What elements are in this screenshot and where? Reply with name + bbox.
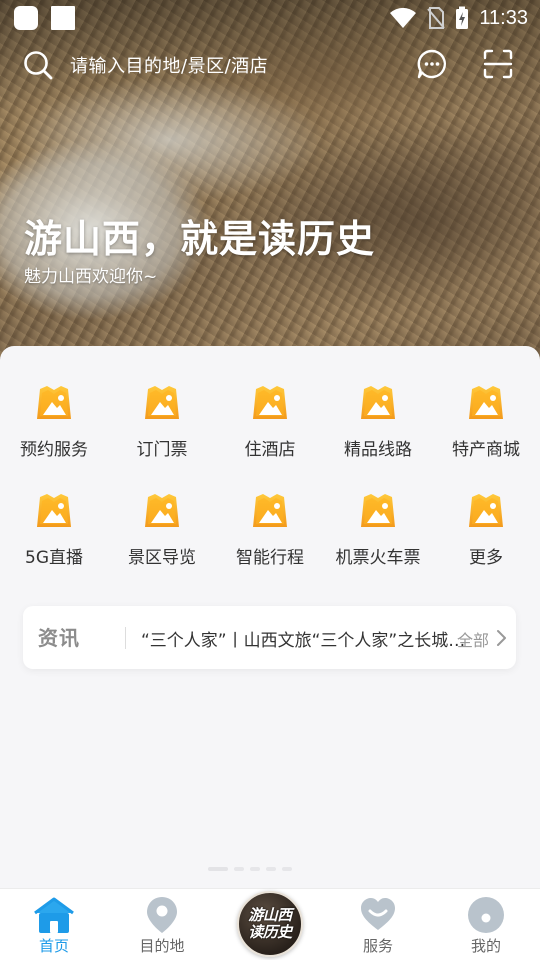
nav-label: 服务	[362, 937, 393, 955]
page-dot	[282, 867, 292, 871]
divider	[125, 627, 126, 649]
service-item[interactable]: 住酒店	[216, 380, 324, 488]
no-sim-icon	[427, 7, 446, 29]
service-label: 订门票	[136, 440, 188, 460]
wifi-icon	[390, 7, 417, 28]
service-image-icon	[466, 492, 506, 532]
service-label: 机票火车票	[335, 548, 421, 568]
service-image-icon	[358, 492, 398, 532]
nav-label: 首页	[38, 937, 69, 955]
center-logo-button[interactable]: 游山西 读历史	[237, 891, 303, 957]
news-headline[interactable]: “三个人家”丨山西文旅“三个人家”之长城…	[141, 626, 467, 651]
clock: 11:33	[479, 6, 528, 29]
search-icon[interactable]	[22, 49, 54, 81]
nav-item-home[interactable]: 首页	[0, 889, 108, 960]
battery-charging-icon	[456, 6, 469, 29]
nav-item-profile[interactable]: 我的	[432, 889, 540, 960]
service-grid: 预约服务 订门票 住酒店 精品线路 特产商城 5G直播 景区导览 智能行程 机票火车票 更多	[0, 380, 540, 596]
nav-item-service[interactable]: 服务	[324, 889, 432, 960]
hero-subtitle: 魅力山西欢迎你~	[24, 267, 158, 287]
service-label: 预约服务	[20, 440, 88, 460]
page-indicator	[208, 867, 292, 871]
news-brand: 资讯	[38, 626, 80, 650]
service-image-icon	[34, 492, 74, 532]
logo-text: 游山西	[248, 906, 292, 924]
service-image-icon	[142, 492, 182, 532]
logo-text: 读历史	[248, 923, 292, 941]
nav-label: 目的地	[139, 937, 185, 955]
search-input[interactable]: 请输入目的地/景区/酒店	[70, 52, 268, 78]
service-item[interactable]: 5G直播	[0, 488, 108, 596]
app-square-icon	[51, 6, 75, 30]
service-image-icon	[250, 384, 290, 424]
app-square-icon	[14, 6, 38, 30]
page-dot	[234, 867, 244, 871]
service-item[interactable]: 特产商城	[432, 380, 540, 488]
profile-icon	[468, 897, 504, 933]
page-dot	[250, 867, 260, 871]
heart-icon	[361, 898, 395, 930]
service-item[interactable]: 精品线路	[324, 380, 432, 488]
bottom-nav: 首页 目的地 游山西 读历史 服务 我的	[0, 888, 540, 960]
service-item[interactable]: 景区导览	[108, 488, 216, 596]
service-image-icon	[358, 384, 398, 424]
service-item[interactable]: 预约服务	[0, 380, 108, 488]
location-pin-icon	[147, 897, 177, 933]
service-item[interactable]: 更多	[432, 488, 540, 596]
service-label: 住酒店	[244, 440, 296, 460]
hero-title: 游山西，就是读历史	[24, 217, 376, 261]
page-dot	[208, 867, 228, 871]
status-bar: 11:33	[0, 0, 540, 36]
service-label: 景区导览	[128, 548, 196, 568]
scan-icon[interactable]	[482, 48, 514, 80]
message-icon[interactable]	[416, 48, 448, 80]
page-dot	[266, 867, 276, 871]
service-label: 精品线路	[344, 440, 412, 460]
news-all-link[interactable]: 全部	[457, 627, 489, 651]
chevron-right-icon[interactable]	[495, 629, 507, 647]
home-icon	[34, 897, 74, 933]
service-item[interactable]: 订门票	[108, 380, 216, 488]
service-label: 特产商城	[452, 440, 520, 460]
nav-item-destination[interactable]: 目的地	[108, 889, 216, 960]
service-label: 更多	[469, 548, 503, 568]
service-image-icon	[142, 384, 182, 424]
service-item[interactable]: 智能行程	[216, 488, 324, 596]
news-card[interactable]: 资讯 “三个人家”丨山西文旅“三个人家”之长城… 全部	[23, 606, 516, 669]
service-image-icon	[466, 384, 506, 424]
nav-label: 我的	[470, 937, 501, 955]
service-label: 智能行程	[236, 548, 304, 568]
service-label: 5G直播	[25, 548, 83, 568]
search-bar[interactable]: 请输入目的地/景区/酒店	[0, 40, 540, 88]
service-item[interactable]: 机票火车票	[324, 488, 432, 596]
service-image-icon	[34, 384, 74, 424]
content-panel: 预约服务 订门票 住酒店 精品线路 特产商城 5G直播 景区导览 智能行程 机票火车票 更多 资讯…	[0, 346, 540, 888]
service-image-icon	[250, 492, 290, 532]
